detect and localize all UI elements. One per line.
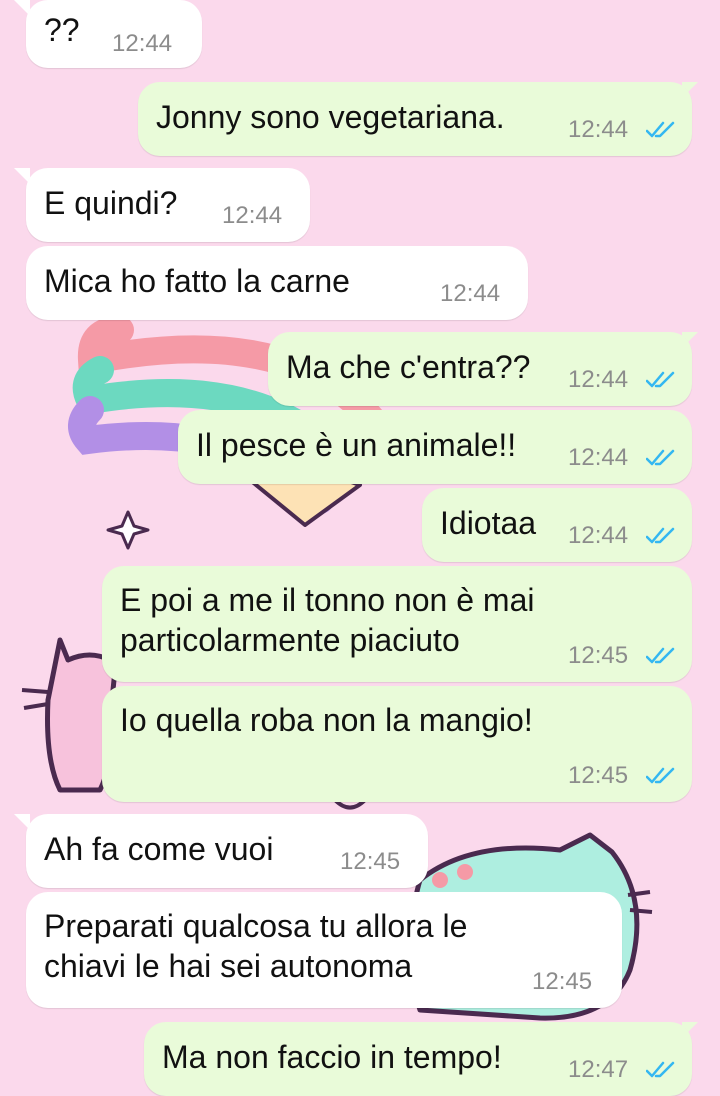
message-text: Idiotaa bbox=[440, 505, 537, 541]
message-text: Il pesce è un animale!! bbox=[196, 427, 517, 463]
outgoing-message[interactable]: E poi a me il tonno non è mai particolar… bbox=[102, 566, 692, 682]
message-text: Preparati qualcosa tu allora le chiavi l… bbox=[44, 908, 468, 984]
message-timestamp: 12:45 bbox=[568, 642, 629, 669]
message-timestamp: 12:45 bbox=[532, 968, 593, 995]
read-receipt-icon bbox=[646, 647, 675, 664]
message-text: E quindi? bbox=[44, 185, 178, 221]
incoming-message[interactable]: Ah fa come vuoi 12:45 bbox=[26, 814, 428, 888]
message-timestamp: 12:45 bbox=[568, 762, 629, 789]
outgoing-message[interactable]: Il pesce è un animale!! 12:44 bbox=[178, 410, 692, 484]
incoming-message[interactable]: E quindi? 12:44 bbox=[26, 168, 310, 242]
message-text: Ah fa come vuoi bbox=[44, 831, 274, 867]
message-timestamp: 12:44 bbox=[112, 30, 173, 57]
incoming-message[interactable]: Mica ho fatto la carne 12:44 bbox=[26, 246, 528, 320]
message-timestamp: 12:44 bbox=[568, 116, 629, 143]
read-receipt-icon bbox=[646, 371, 675, 388]
outgoing-message[interactable]: Jonny sono vegetariana. 12:44 bbox=[138, 82, 692, 156]
message-text: E poi a me il tonno non è mai particolar… bbox=[120, 582, 535, 658]
message-text: ?? bbox=[44, 12, 80, 48]
read-receipt-icon bbox=[646, 1061, 675, 1078]
message-timestamp: 12:45 bbox=[340, 848, 401, 875]
read-receipt-icon bbox=[646, 527, 675, 544]
outgoing-message[interactable]: Idiotaa 12:44 bbox=[422, 488, 692, 562]
message-timestamp: 12:44 bbox=[568, 522, 629, 549]
message-timestamp: 12:44 bbox=[568, 366, 629, 393]
sparkle-icon bbox=[106, 510, 150, 550]
outgoing-message[interactable]: Ma non faccio in tempo! 12:47 bbox=[144, 1022, 692, 1096]
message-timestamp: 12:44 bbox=[568, 444, 629, 471]
message-timestamp: 12:47 bbox=[568, 1056, 629, 1083]
read-receipt-icon bbox=[646, 767, 675, 784]
message-text: Ma non faccio in tempo! bbox=[162, 1039, 502, 1075]
incoming-message[interactable]: Preparati qualcosa tu allora le chiavi l… bbox=[26, 892, 622, 1008]
message-timestamp: 12:44 bbox=[222, 202, 283, 229]
message-timestamp: 12:44 bbox=[440, 280, 501, 307]
read-receipt-icon bbox=[646, 121, 675, 138]
message-text: Io quella roba non la mangio! bbox=[120, 702, 533, 738]
read-receipt-icon bbox=[646, 449, 675, 466]
message-text: Mica ho fatto la carne bbox=[44, 263, 350, 299]
outgoing-message[interactable]: Ma che c'entra?? 12:44 bbox=[268, 332, 692, 406]
message-text: Jonny sono vegetariana. bbox=[156, 99, 505, 135]
outgoing-message[interactable]: Io quella roba non la mangio! 12:45 bbox=[102, 686, 692, 802]
incoming-message[interactable]: ?? 12:44 bbox=[26, 0, 202, 68]
message-text: Ma che c'entra?? bbox=[286, 349, 531, 385]
